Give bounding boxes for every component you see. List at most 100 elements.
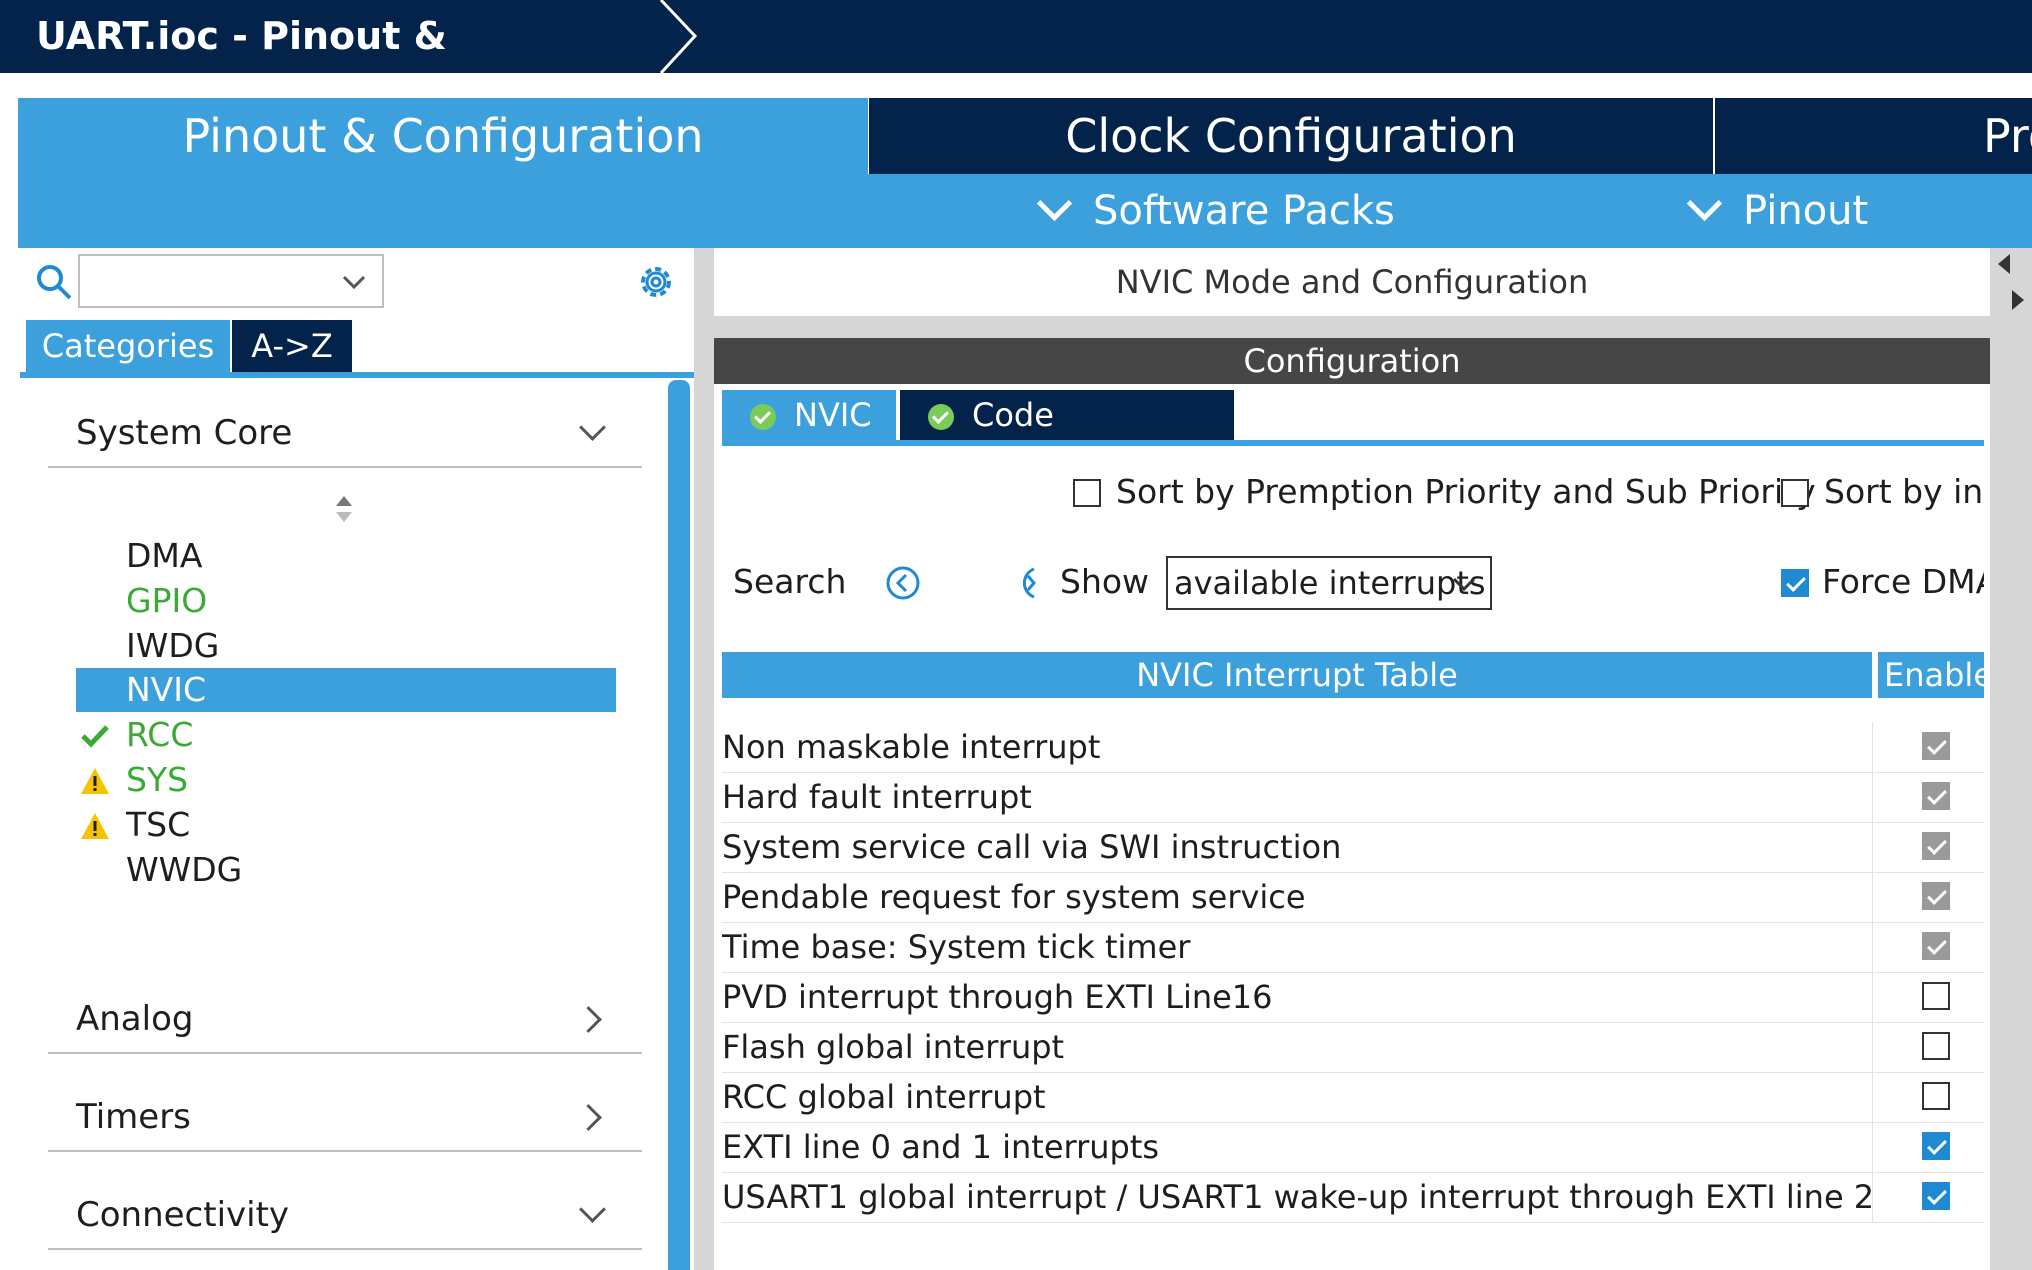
sub-menu-bar: Software Packs Pinout	[18, 174, 2032, 248]
gear-icon[interactable]	[634, 260, 678, 304]
interrupt-name: Non maskable interrupt	[722, 722, 1873, 772]
group-timers[interactable]: Timers	[48, 1082, 642, 1152]
search-label: Search	[733, 562, 847, 601]
periph-iwdg[interactable]: IWDG	[76, 624, 616, 668]
pinout-menu[interactable]: Pinout	[1686, 174, 1869, 248]
enabled-checkbox[interactable]	[1922, 1132, 1950, 1160]
table-row[interactable]: PVD interrupt through EXTI Line16	[722, 972, 1984, 1023]
interrupt-name: Pendable request for system service	[722, 872, 1873, 922]
force-dma-label: Force DMA	[1822, 562, 1984, 601]
enabled-checkbox[interactable]	[1922, 1032, 1950, 1060]
mode-separator[interactable]	[714, 316, 1990, 338]
panel-splitter[interactable]	[694, 248, 714, 1270]
group-analog[interactable]: Analog	[48, 984, 642, 1054]
column-header-name[interactable]: NVIC Interrupt Table	[722, 652, 1872, 698]
table-row[interactable]: Non maskable interrupt	[722, 722, 1984, 773]
periph-nvic[interactable]: NVIC	[76, 668, 616, 712]
periph-rcc[interactable]: RCC	[76, 713, 616, 757]
group-connectivity[interactable]: Connectivity	[48, 1180, 642, 1250]
title-bar: UART.ioc - Pinout & Configuration	[0, 0, 2032, 131]
table-row[interactable]: Pendable request for system service	[722, 872, 1984, 923]
interrupt-name: System service call via SWI instruction	[722, 822, 1873, 872]
chevron-down-icon	[579, 1196, 606, 1223]
breadcrumb-arrow-icon	[659, 0, 698, 73]
enabled-checkbox	[1922, 732, 1950, 760]
mode-header: NVIC Mode and Configuration	[714, 248, 1990, 316]
periph-label: GPIO	[126, 581, 208, 620]
search-icon[interactable]	[34, 262, 74, 302]
tab-pinout-configuration[interactable]: Pinout & Configuration	[18, 98, 868, 174]
periph-label: DMA	[126, 536, 203, 575]
sort-icon[interactable]	[334, 494, 354, 524]
config-tab-underline	[722, 440, 1984, 446]
pinout-label: Pinout	[1743, 188, 1869, 234]
check-icon	[81, 725, 109, 748]
periph-label: SYS	[126, 760, 189, 799]
left-scrollbar[interactable]	[668, 380, 690, 1270]
chevron-right-icon	[575, 1006, 602, 1033]
chevron-down-icon	[1036, 185, 1073, 222]
collapse-arrows-icon	[1998, 254, 2024, 310]
tab-nvic[interactable]: NVIC	[722, 390, 896, 440]
periph-label: IWDG	[126, 626, 220, 665]
chevron-down-icon	[342, 275, 366, 290]
chevron-down-icon	[579, 414, 606, 441]
enabled-checkbox	[1922, 932, 1950, 960]
chevron-right-icon	[575, 1104, 602, 1131]
configuration-title: Configuration	[714, 338, 1990, 384]
periph-label: RCC	[126, 715, 194, 754]
interrupt-name: Time base: System tick timer	[722, 922, 1873, 972]
tab-a-to-z[interactable]: A->Z	[232, 320, 352, 372]
config-tabs: NVIC Code generation	[722, 390, 1990, 484]
table-row[interactable]: USART1 global interrupt / USART1 wake-up…	[722, 1172, 1984, 1223]
main-tabs: Pinout & Configuration Clock Configurati…	[18, 98, 2032, 174]
show-select[interactable]: available interrupts	[1166, 556, 1492, 610]
table-row[interactable]: System service call via SWI instruction	[722, 822, 1984, 873]
group-label: Timers	[76, 1097, 191, 1137]
table-row[interactable]: Hard fault interrupt	[722, 772, 1984, 823]
interrupt-name: USART1 global interrupt / USART1 wake-up…	[722, 1172, 1873, 1222]
enabled-checkbox	[1922, 782, 1950, 810]
table-row[interactable]: RCC global interrupt	[722, 1072, 1984, 1123]
tab-underline	[20, 372, 694, 378]
category-tabs: Categories A->Z	[26, 320, 694, 376]
right-scrollbar[interactable]	[1990, 248, 2032, 1270]
tab-code-generation[interactable]: Code generation	[900, 390, 1234, 484]
periph-gpio[interactable]: GPIO	[76, 579, 616, 623]
show-label: Show	[1060, 562, 1150, 601]
show-value: available interrupts	[1174, 564, 1486, 602]
table-row[interactable]: EXTI line 0 and 1 interrupts	[722, 1122, 1984, 1173]
periph-sys[interactable]: SYS	[76, 758, 616, 802]
force-dma-checkbox[interactable]	[1781, 569, 1809, 597]
enabled-checkbox[interactable]	[1922, 1182, 1950, 1210]
sort-interrupt-checkbox[interactable]	[1781, 479, 1809, 507]
window-title[interactable]: UART.ioc - Pinout & Configuration	[0, 0, 660, 131]
enabled-checkbox	[1922, 832, 1950, 860]
enabled-checkbox[interactable]	[1922, 1082, 1950, 1110]
ok-icon	[750, 404, 776, 430]
tab-clock-configuration[interactable]: Clock Configuration	[869, 98, 1713, 174]
group-system-core[interactable]: System Core	[48, 398, 642, 468]
software-packs-menu[interactable]: Software Packs	[1036, 174, 1395, 248]
table-row[interactable]: Flash global interrupt	[722, 1022, 1984, 1073]
tab-project-manager[interactable]: Pro	[1715, 98, 2032, 174]
periph-wwdg[interactable]: WWDG	[76, 848, 616, 892]
sort-priority-label: Sort by Premption Priority and Sub Prior…	[1116, 472, 1816, 511]
chevron-down-icon	[1452, 577, 1476, 592]
tab-nvic-label: NVIC	[794, 396, 872, 434]
periph-label: WWDG	[126, 850, 243, 889]
enabled-checkbox[interactable]	[1922, 982, 1950, 1010]
periph-label: TSC	[126, 805, 191, 844]
interrupt-name: Hard fault interrupt	[722, 772, 1873, 822]
sort-priority-checkbox[interactable]	[1073, 479, 1101, 507]
periph-dma[interactable]: DMA	[76, 534, 616, 578]
periph-tsc[interactable]: TSC	[76, 803, 616, 847]
tab-categories[interactable]: Categories	[26, 320, 230, 372]
table-row[interactable]: Time base: System tick timer	[722, 922, 1984, 973]
search-next-icon[interactable]	[1014, 564, 1038, 602]
search-combo[interactable]	[78, 254, 384, 308]
column-header-enabled[interactable]: Enable	[1878, 652, 1984, 698]
group-label: Connectivity	[76, 1195, 290, 1235]
search-previous-icon[interactable]	[884, 564, 922, 602]
software-packs-label: Software Packs	[1093, 188, 1395, 234]
